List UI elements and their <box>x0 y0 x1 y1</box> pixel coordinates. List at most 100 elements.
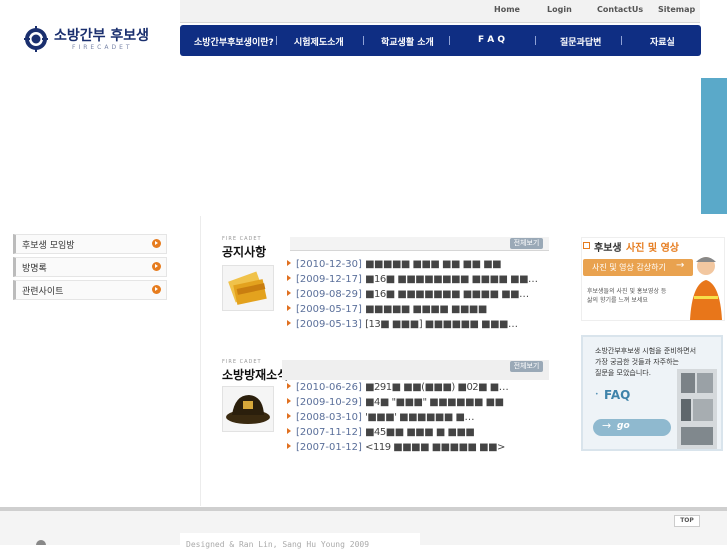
banner1-title-b: 사진 및 영상 <box>626 243 679 254</box>
disaster-title: 소방방재소식 <box>222 368 289 382</box>
bullet-arrow-icon <box>287 383 291 389</box>
go-label: go <box>617 421 630 431</box>
post-date: [2010-06-26] <box>296 382 362 393</box>
bullet-arrow-icon <box>287 275 291 281</box>
disaster-header-band <box>282 360 549 380</box>
left-column-divider <box>200 216 201 506</box>
notice-row[interactable]: [2009-05-17] ■■■■■ ■■■■ ■■■■ <box>287 304 487 315</box>
post-title: ■■■■■ ■■■■ ■■■■ <box>365 304 487 315</box>
post-date: [2009-05-17] <box>296 304 362 315</box>
top-button[interactable]: TOP <box>674 515 700 527</box>
nav-exam[interactable]: 시험제도소개 <box>294 35 344 48</box>
utility-bar: Home Login ContactUs Sitemap <box>180 0 700 22</box>
notice-title-line <box>290 250 549 251</box>
banner2-desc-line2: 가장 궁금한 것들과 자주하는 <box>595 358 679 366</box>
post-title: <119 ■■■■ ■■■■■ ■■> <box>365 442 505 453</box>
arrow-right-icon <box>152 285 161 294</box>
bullet-arrow-icon <box>287 320 291 326</box>
nav-separator <box>276 36 277 45</box>
post-title: ■45■■ ■■■ ■ ■■■ <box>365 427 475 438</box>
post-title: ■16■ ■■■■■■■ ■■■■ ■■… <box>365 289 529 300</box>
bullet-arrow-icon <box>287 305 291 311</box>
contactus-link[interactable]: ContactUs <box>597 5 643 14</box>
nav-separator <box>535 36 536 45</box>
notice-row[interactable]: [2009-05-13] [13■ ■■■] ■■■■■■ ■■■… <box>287 319 518 330</box>
faq-go-button[interactable]: → go <box>593 419 671 436</box>
home-link[interactable]: Home <box>494 5 520 14</box>
disaster-thumbnail <box>222 386 274 432</box>
watch-photos-button[interactable]: 사진 및 영상 감상하기 → <box>583 259 693 276</box>
post-date: [2007-11-12] <box>296 427 362 438</box>
arrow-right-icon <box>152 239 161 248</box>
banner1-desc-line1: 후보생들의 사진 및 홍보영상 등 <box>587 288 667 295</box>
post-title: ■4■ "■■■" ■■■■■■ ■■ <box>365 397 504 408</box>
fire-emblem-icon <box>24 26 48 52</box>
banner1-desc-line2: 삶의 향기를 느껴 보세요 <box>587 297 648 304</box>
post-date: [2009-08-29] <box>296 289 362 300</box>
post-title: ■16■ ■■■■■■■■ ■■■■ ■■… <box>365 274 538 285</box>
nav-separator <box>363 36 364 45</box>
left-menu-guestbook[interactable]: 방명록 <box>13 257 167 277</box>
arrow-right-icon: → <box>676 260 685 271</box>
nav-faq[interactable]: F A Q <box>478 35 505 45</box>
books-icon <box>228 271 267 305</box>
bullet-arrow-icon <box>287 398 291 404</box>
disaster-row[interactable]: [2007-11-12] ■45■■ ■■■ ■ ■■■ <box>287 427 475 438</box>
faq-banner[interactable]: 소방간부후보생 시험을 준비하면서 가장 궁금한 것들과 자주하는 질문을 모았… <box>581 335 723 451</box>
site-logo[interactable]: 소방간부 후보생 FIRECADET <box>12 24 177 56</box>
bullet-dot-icon: • <box>595 391 599 398</box>
post-date: [2007-01-12] <box>296 442 362 453</box>
disaster-row[interactable]: [2010-06-26] ■291■ ■■(■■■) ■02■ ■… <box>287 382 509 393</box>
login-link[interactable]: Login <box>547 5 572 14</box>
arrow-right-icon: → <box>602 419 612 432</box>
post-date: [2009-12-17] <box>296 274 362 285</box>
firefighter-icon <box>690 257 722 320</box>
notice-row[interactable]: [2009-08-29] ■16■ ■■■■■■■ ■■■■ ■■… <box>287 289 529 300</box>
notice-eyebrow: FIRE CADET <box>222 236 262 242</box>
hero-side-accent <box>701 78 727 214</box>
post-title: [13■ ■■■] ■■■■■■ ■■■… <box>365 319 518 330</box>
banner2-desc-line3: 질문을 모았습니다. <box>595 369 651 377</box>
photo-video-banner[interactable]: 후보생 사진 및 영상 사진 및 영상 감상하기 → 후보생들의 사진 및 홍보… <box>581 237 725 321</box>
main-navigation: 소방간부후보생이란? 시험제도소개 학교생활 소개 F A Q 질문과답변 자료… <box>180 25 701 56</box>
nav-about[interactable]: 소방간부후보생이란? <box>194 35 274 48</box>
post-date: [2008-03-10] <box>296 412 362 423</box>
bullet-arrow-icon <box>287 428 291 434</box>
footer-logo-icon <box>36 540 46 545</box>
notice-row[interactable]: [2010-12-30] ■■■■■ ■■■ ■■ ■■ ■■ <box>287 259 502 270</box>
disaster-row[interactable]: [2009-10-29] ■4■ "■■■" ■■■■■■ ■■ <box>287 397 504 408</box>
post-title: '■■■' ■■■■■■ ■… <box>365 412 474 423</box>
nav-qna[interactable]: 질문과답변 <box>560 35 601 48</box>
left-menu-related-sites[interactable]: 관련사이트 <box>13 280 167 300</box>
faq-label: FAQ <box>604 388 631 402</box>
sitemap-link[interactable]: Sitemap <box>658 5 695 14</box>
nav-separator <box>449 36 450 45</box>
banner2-desc-line1: 소방간부후보생 시험을 준비하면서 <box>595 347 697 355</box>
nav-school-life[interactable]: 학교생활 소개 <box>381 35 434 48</box>
nav-separator <box>621 36 622 45</box>
banner1-title-a: 후보생 <box>594 243 622 254</box>
left-menu-label: 방명록 <box>22 264 47 274</box>
bullet-arrow-icon <box>287 260 291 266</box>
logo-title: 소방간부 후보생 <box>54 28 150 44</box>
nav-archive[interactable]: 자료실 <box>650 35 675 48</box>
notice-row[interactable]: [2009-12-17] ■16■ ■■■■■■■■ ■■■■ ■■… <box>287 274 538 285</box>
header-divider <box>180 22 700 23</box>
post-title: ■291■ ■■(■■■) ■02■ ■… <box>365 382 509 393</box>
left-menu-label: 후보생 모임방 <box>22 241 75 251</box>
disaster-row[interactable]: [2007-01-12] <119 ■■■■ ■■■■■ ■■> <box>287 442 505 453</box>
disaster-more-button[interactable]: 전체보기 <box>510 361 543 372</box>
left-menu-meeting-room[interactable]: 후보생 모임방 <box>13 234 167 254</box>
disaster-row[interactable]: [2008-03-10] '■■■' ■■■■■■ ■… <box>287 412 474 423</box>
notice-title: 공지사항 <box>222 245 267 259</box>
bullet-arrow-icon <box>287 413 291 419</box>
watch-photos-label: 사진 및 영상 감상하기 <box>592 263 666 272</box>
bullet-arrow-icon <box>287 290 291 296</box>
bullet-square-icon <box>583 242 590 249</box>
left-menu-label: 관련사이트 <box>22 287 64 297</box>
logo-subtitle: FIRECADET <box>72 44 133 51</box>
disaster-eyebrow: FIRE CADET <box>222 359 262 365</box>
post-date: [2009-10-29] <box>296 397 362 408</box>
notice-more-button[interactable]: 전체보기 <box>510 238 543 249</box>
notice-thumbnail <box>222 265 274 311</box>
